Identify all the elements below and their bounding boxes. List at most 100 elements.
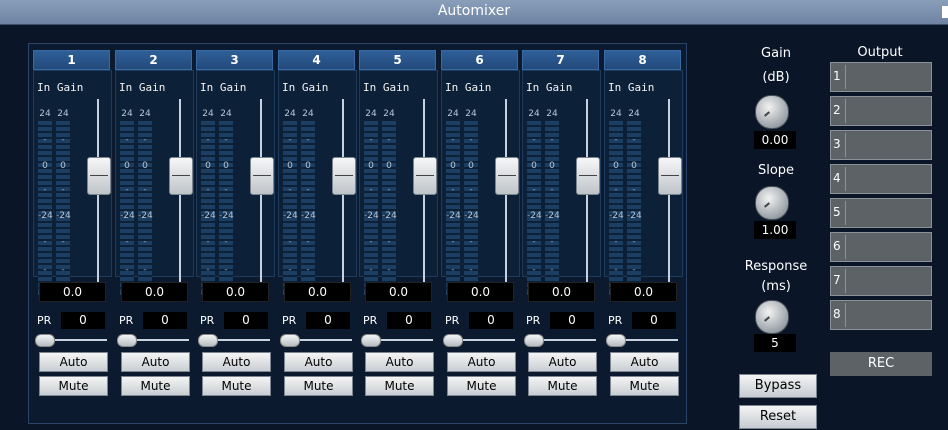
output-slot-1[interactable]: 1 <box>830 62 932 92</box>
meter-tick: -24 <box>609 211 624 221</box>
pr-value[interactable]: 0 <box>143 312 187 329</box>
meter-tick: - <box>306 135 310 145</box>
slider-thumb[interactable] <box>524 334 544 347</box>
output-slot-3[interactable]: 3 <box>830 130 932 160</box>
meter-tick: - <box>143 265 147 275</box>
meter-tick: - <box>469 135 473 145</box>
pr-slider[interactable] <box>117 334 189 347</box>
meter-tick: - <box>369 265 373 275</box>
meter-tick: -24 <box>56 211 71 221</box>
auto-button[interactable]: Auto <box>39 352 108 372</box>
output-slot-6[interactable]: 6 <box>830 232 932 262</box>
auto-button[interactable]: Auto <box>447 352 516 372</box>
slider-thumb[interactable] <box>361 334 381 347</box>
fader-knob[interactable] <box>87 157 111 195</box>
slider-thumb[interactable] <box>117 334 137 347</box>
auto-button[interactable]: Auto <box>202 352 271 372</box>
gain-value[interactable]: 0.0 <box>39 282 106 302</box>
auto-button[interactable]: Auto <box>284 352 353 372</box>
meter-tick: - <box>206 237 210 247</box>
window-corner-icon[interactable] <box>942 6 948 18</box>
meter-tick: - <box>306 237 310 247</box>
output-slot-7[interactable]: 7 <box>830 266 932 296</box>
pr-slider[interactable] <box>35 334 107 347</box>
pr-slider[interactable] <box>443 334 515 347</box>
mute-button[interactable]: Mute <box>610 376 679 396</box>
gain-value[interactable]: 0.0 <box>447 282 514 302</box>
slope-value[interactable]: 1.00 <box>754 221 796 239</box>
gain-knob[interactable] <box>755 95 789 129</box>
meter-tick: - <box>125 237 129 247</box>
auto-button[interactable]: Auto <box>610 352 679 372</box>
fader-knob[interactable] <box>413 157 437 195</box>
response-value[interactable]: 5 <box>754 334 796 352</box>
gain-value[interactable]: 0.0 <box>528 282 595 302</box>
pr-slider[interactable] <box>198 334 270 347</box>
pr-value[interactable]: 0 <box>224 312 268 329</box>
mute-button[interactable]: Mute <box>447 376 516 396</box>
bypass-button[interactable]: Bypass <box>739 374 817 398</box>
slider-thumb[interactable] <box>280 334 300 347</box>
fader-knob[interactable] <box>658 157 682 195</box>
pr-value[interactable]: 0 <box>387 312 431 329</box>
channel-strip-7: 7In Gain24-0--24---6024-0--24---600.0PR0… <box>522 50 601 396</box>
output-slot-8[interactable]: 8 <box>830 300 932 330</box>
meter-area: In Gain24-0--24---6024-0--24---60 <box>441 70 520 299</box>
mute-button[interactable]: Mute <box>365 376 434 396</box>
pr-value[interactable]: 0 <box>632 312 676 329</box>
pr-value[interactable]: 0 <box>306 312 350 329</box>
pr-slider[interactable] <box>606 334 678 347</box>
slope-knob[interactable] <box>755 186 789 220</box>
pr-label: PR <box>282 314 297 327</box>
meter-tick: -24 <box>219 211 234 221</box>
meter-tick: -24 <box>527 211 542 221</box>
output-slot-4[interactable]: 4 <box>830 164 932 194</box>
fader-knob[interactable] <box>250 157 274 195</box>
meter-tick: - <box>614 185 618 195</box>
gain-value[interactable]: 0.0 <box>284 282 351 302</box>
meter-tick: 0 <box>287 161 293 171</box>
slider-thumb[interactable] <box>443 334 463 347</box>
gain-value[interactable]: 0.0 <box>202 282 269 302</box>
pr-value[interactable]: 0 <box>61 312 105 329</box>
slider-thumb[interactable] <box>198 334 218 347</box>
pr-value[interactable]: 0 <box>469 312 513 329</box>
channel-number: 2 <box>115 50 192 70</box>
mute-button[interactable]: Mute <box>202 376 271 396</box>
fader-knob[interactable] <box>576 157 600 195</box>
meter-tick: 24 <box>383 109 395 119</box>
fader-knob[interactable] <box>169 157 193 195</box>
gain-value[interactable]: 0.00 <box>754 131 796 149</box>
output-slot-5[interactable]: 5 <box>830 198 932 228</box>
auto-button[interactable]: Auto <box>121 352 190 372</box>
meter-tick: - <box>614 265 618 275</box>
slider-thumb[interactable] <box>35 334 55 347</box>
pr-slider[interactable] <box>524 334 596 347</box>
fader-knob[interactable] <box>332 157 356 195</box>
reset-button[interactable]: Reset <box>739 405 817 429</box>
fader-knob[interactable] <box>495 157 519 195</box>
gain-value[interactable]: 0.0 <box>365 282 432 302</box>
slider-thumb[interactable] <box>606 334 626 347</box>
meter-tick: - <box>369 237 373 247</box>
gain-value[interactable]: 0.0 <box>121 282 188 302</box>
mute-button[interactable]: Mute <box>121 376 190 396</box>
rec-button[interactable]: REC <box>830 352 932 376</box>
mute-button[interactable]: Mute <box>528 376 597 396</box>
output-slot-2[interactable]: 2 <box>830 96 932 126</box>
auto-button[interactable]: Auto <box>365 352 434 372</box>
pr-slider[interactable] <box>361 334 433 347</box>
meter-tick: 0 <box>142 161 148 171</box>
meter-tick: - <box>224 237 228 247</box>
pr-value[interactable]: 0 <box>550 312 594 329</box>
gain-value[interactable]: 0.0 <box>610 282 677 302</box>
meter-tick: 24 <box>546 109 558 119</box>
response-knob[interactable] <box>755 300 789 334</box>
mute-button[interactable]: Mute <box>39 376 108 396</box>
auto-button[interactable]: Auto <box>528 352 597 372</box>
pr-slider[interactable] <box>280 334 352 347</box>
meter-tick: - <box>224 185 228 195</box>
channel-number: 1 <box>33 50 110 70</box>
pr-label: PR <box>37 314 52 327</box>
mute-button[interactable]: Mute <box>284 376 353 396</box>
